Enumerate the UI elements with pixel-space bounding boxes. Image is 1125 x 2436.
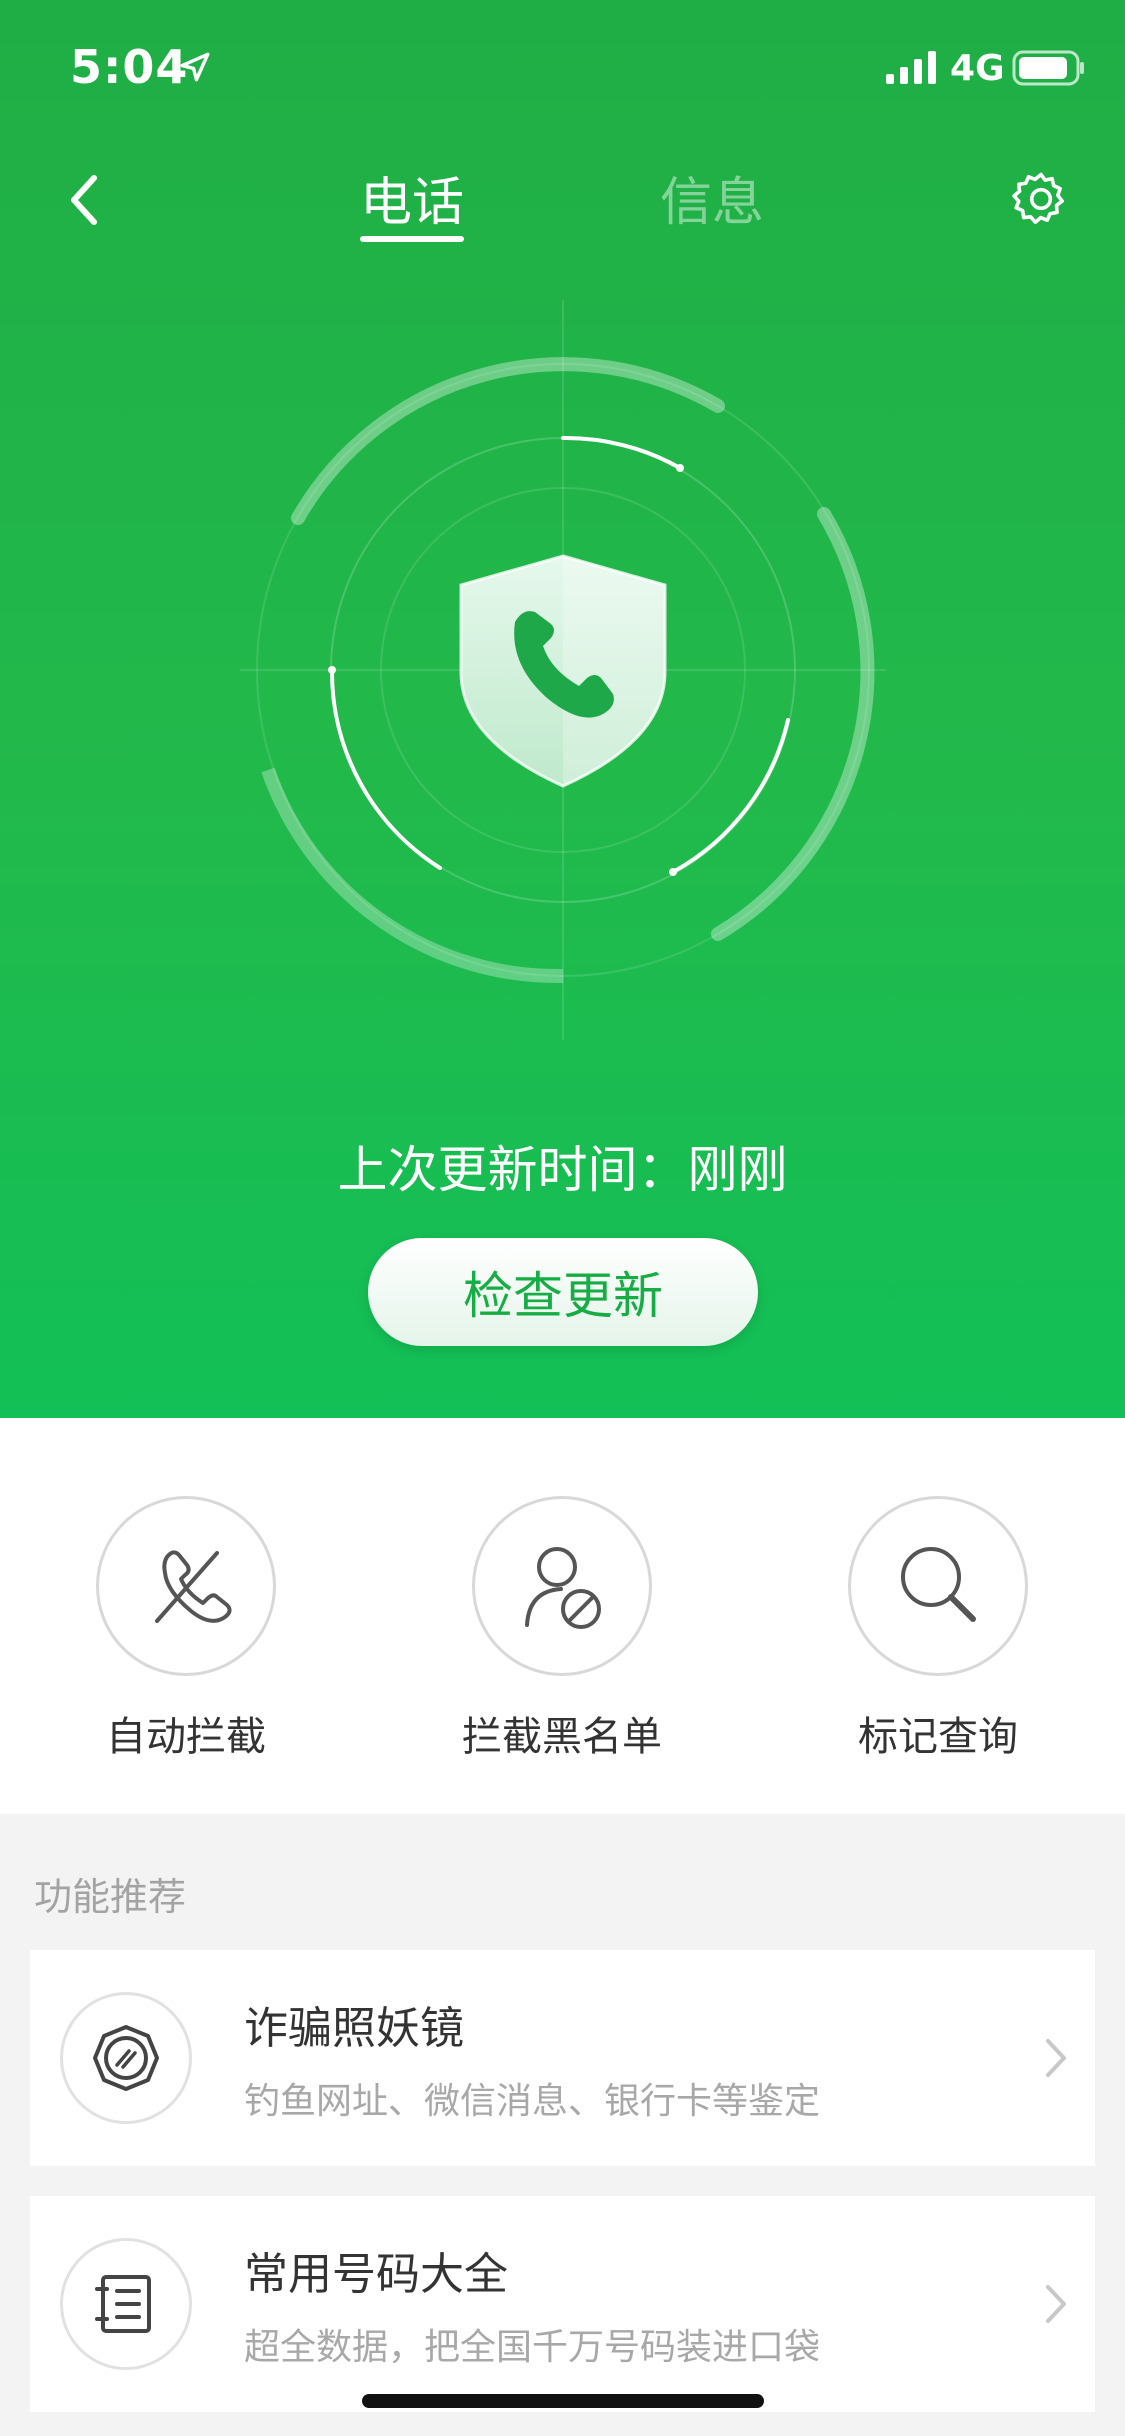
action-circle [96, 1496, 276, 1676]
section-title: 功能推荐 [34, 1875, 187, 1919]
last-update-text: 上次更新时间：刚刚 [337, 1141, 788, 1199]
action-mark-lookup[interactable]: 标记查询 [798, 1496, 1078, 1762]
check-update-button[interactable]: 检查更新 [368, 1238, 758, 1346]
hero-section: 5:04 4G 电话 信息 上次更新时间：刚刚 检查更新 [0, 0, 1125, 1418]
network-label: 4G [950, 48, 1005, 89]
phone-block-icon [155, 1550, 232, 1623]
action-label: 拦截黑名单 [462, 1714, 662, 1760]
card-icon-circle [60, 1992, 192, 2124]
card-icon-circle [60, 2238, 192, 2370]
card-description: 钓鱼网址、微信消息、银行卡等鉴定 [244, 2081, 821, 2122]
mirror-icon [93, 2025, 159, 2091]
location-arrow-icon [180, 52, 210, 82]
gear-icon[interactable] [1010, 168, 1072, 230]
user-block-icon [525, 1547, 601, 1629]
chevron-right-icon [1046, 2285, 1066, 2323]
action-blacklist[interactable]: 拦截黑名单 [422, 1496, 702, 1762]
back-chevron-icon[interactable] [60, 168, 110, 232]
status-time: 5:04 [70, 40, 189, 94]
action-label: 自动拦截 [106, 1714, 266, 1760]
tab-phone[interactable]: 电话 [342, 160, 482, 235]
home-indicator[interactable] [362, 2394, 764, 2408]
chevron-right-icon [1046, 2039, 1066, 2077]
list-item-fraud-mirror[interactable]: 诈骗照妖镜 钓鱼网址、微信消息、银行卡等鉴定 [30, 1950, 1095, 2166]
quick-actions: 自动拦截 拦截黑名单 标记查询 [0, 1418, 1125, 1814]
tab-message[interactable]: 信息 [642, 160, 782, 235]
search-icon [901, 1547, 976, 1622]
action-auto-block[interactable]: 自动拦截 [46, 1496, 326, 1762]
action-circle [848, 1496, 1028, 1676]
list-item-common-numbers[interactable]: 常用号码大全 超全数据，把全国千万号码装进口袋 [30, 2196, 1095, 2412]
status-bar: 5:04 4G [0, 0, 1125, 140]
action-label: 标记查询 [858, 1714, 1018, 1760]
protection-radar [240, 300, 886, 1040]
card-title: 诈骗照妖镜 [244, 2003, 464, 2054]
phonebook-icon [95, 2275, 151, 2333]
tab-active-indicator [360, 236, 464, 242]
card-description: 超全数据，把全国千万号码装进口袋 [244, 2327, 821, 2368]
action-circle [472, 1496, 652, 1676]
battery-icon [1012, 50, 1084, 86]
card-title: 常用号码大全 [244, 2249, 508, 2300]
signal-icon [886, 51, 936, 84]
